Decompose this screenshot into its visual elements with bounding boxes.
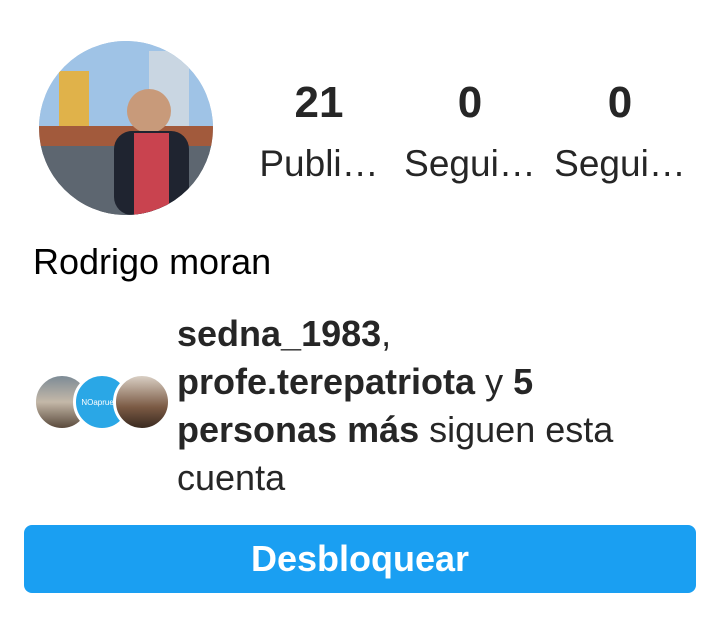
mutual-followers-avatars[interactable]: NOaprueba: [33, 373, 171, 433]
stat-following[interactable]: 0 Segui…: [545, 78, 695, 186]
stat-posts[interactable]: 21 Publi…: [244, 78, 394, 186]
separator: ,: [381, 313, 392, 354]
mutual-follower-avatar: [113, 373, 171, 431]
posts-label: Publi…: [259, 143, 379, 184]
followed-by-text[interactable]: sedna_1983, profe.terepatriota y 5 perso…: [177, 310, 687, 502]
following-count: 0: [607, 78, 633, 127]
connector: y: [475, 361, 514, 402]
following-label: Segui…: [554, 143, 686, 184]
profile-avatar[interactable]: [39, 41, 213, 215]
followers-count: 0: [457, 78, 483, 127]
followers-label: Segui…: [404, 143, 536, 184]
stat-followers[interactable]: 0 Segui…: [395, 78, 545, 186]
profile-photo-icon: [39, 41, 213, 215]
mutual-user-2[interactable]: profe.terepatriota: [177, 361, 475, 402]
unblock-button[interactable]: Desbloquear: [24, 525, 696, 593]
profile-name: Rodrigo moran: [33, 241, 272, 282]
posts-count: 21: [294, 78, 344, 127]
mutual-user-1[interactable]: sedna_1983: [177, 313, 381, 354]
